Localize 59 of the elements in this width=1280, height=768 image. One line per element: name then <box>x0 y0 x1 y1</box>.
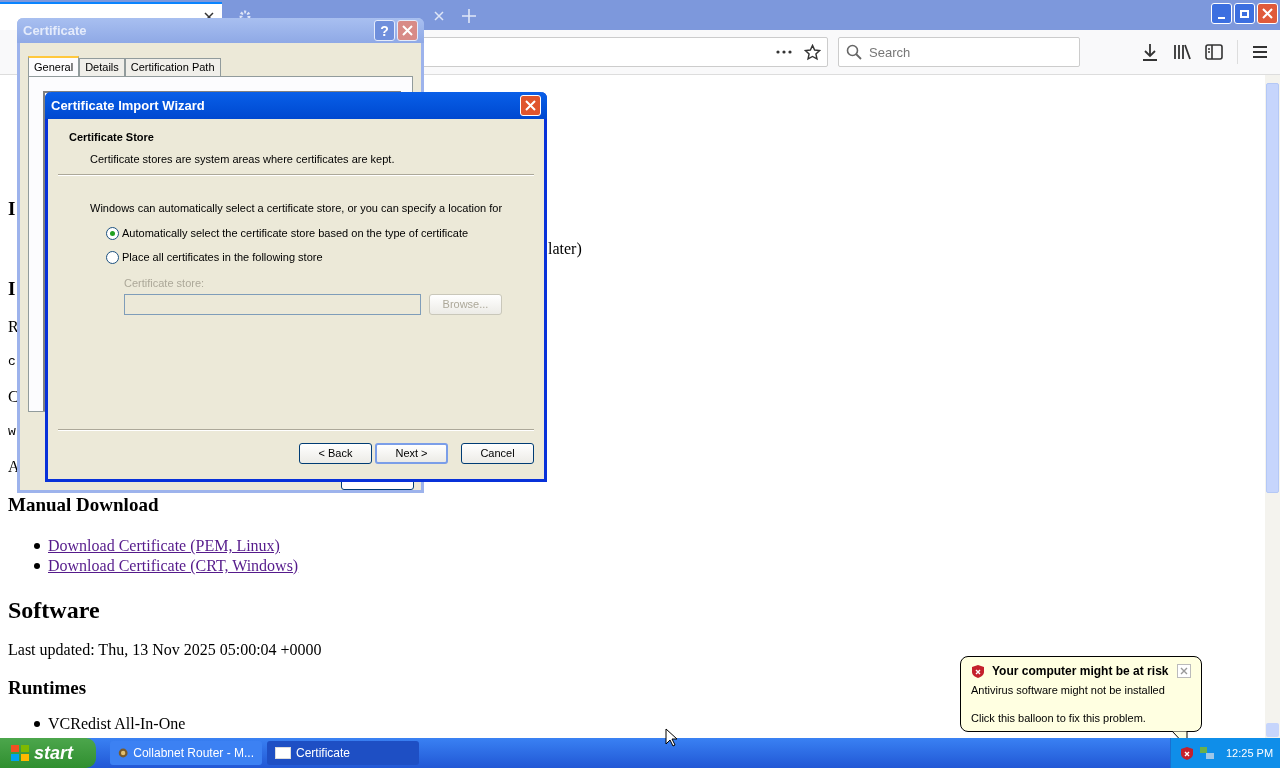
heading: I <box>8 196 16 221</box>
taskbar-button[interactable]: Collabnet Router - M... <box>110 741 262 765</box>
search-field[interactable]: Search <box>838 37 1080 67</box>
heading: I <box>8 276 16 301</box>
app-icon <box>118 746 129 760</box>
balloon-title: Your computer might be at risk <box>992 663 1170 680</box>
heading: Software <box>8 596 100 625</box>
radio-option[interactable]: Place all certificates in the following store <box>106 250 544 265</box>
clock: 12:25 PM <box>1226 745 1274 761</box>
balloon-text: Antivirus software might not be installed <box>971 683 1166 698</box>
more-icon[interactable] <box>776 50 792 54</box>
radio-button[interactable] <box>106 227 119 240</box>
search-icon <box>846 44 862 60</box>
taskbar-button[interactable]: Certificate <box>267 741 419 765</box>
page-text: R <box>8 317 19 337</box>
list-item: VCRedist All-In-One <box>48 714 186 734</box>
radio-option[interactable]: Automatically select the certificate store based on the type of certificate <box>106 226 544 241</box>
wizard-button[interactable]: Next > <box>375 442 448 464</box>
dialog-tab[interactable]: Details <box>79 58 125 76</box>
wizard-button[interactable]: < Back <box>299 442 372 464</box>
page-text: c <box>8 353 16 372</box>
close-button[interactable] <box>397 19 418 41</box>
window-icon <box>275 747 291 759</box>
close-icon <box>402 24 413 36</box>
star-icon[interactable] <box>804 43 821 61</box>
dialog-tab[interactable]: General <box>28 56 80 76</box>
windows-logo-icon <box>10 744 30 762</box>
download-icon[interactable] <box>1141 43 1159 61</box>
radio-button[interactable] <box>106 251 119 264</box>
section-subtitle: Certificate stores are system areas where certificates are kept. <box>89 151 396 167</box>
page-text: w <box>8 423 16 442</box>
heading: Runtimes <box>8 675 87 700</box>
close-icon <box>525 100 536 111</box>
library-icon[interactable] <box>1173 43 1191 61</box>
balloon-text: Click this balloon to fix this problem. <box>971 710 1147 726</box>
section-heading: Certificate Store <box>69 130 155 145</box>
bullet-icon <box>34 543 40 549</box>
window-title: Certificate <box>23 21 88 40</box>
close-icon <box>1262 8 1273 19</box>
bullet-icon <box>34 721 40 727</box>
field-label: Certificate store: <box>124 275 206 291</box>
scrollbar[interactable] <box>1265 75 1280 738</box>
shield-icon[interactable] <box>1180 745 1194 761</box>
shield-icon <box>971 663 985 679</box>
cursor-icon <box>665 728 677 747</box>
heading: Manual Download <box>8 492 159 517</box>
window-title: Certificate Import Wizard <box>51 96 206 115</box>
minimize-button[interactable] <box>1211 3 1232 24</box>
menu-icon[interactable] <box>1252 45 1268 59</box>
notification-balloon[interactable]: Your computer might be at risk Antivirus software might not be installed Click this balloon to fix this problem. <box>960 656 1202 732</box>
start-button[interactable]: start <box>0 738 96 768</box>
intro-text: Windows can automatically select a certificate store, or you can specify a location for <box>90 201 504 216</box>
bullet-icon <box>34 563 40 569</box>
dialog-tab[interactable]: Certification Path <box>124 58 221 76</box>
sidebar-icon[interactable] <box>1205 44 1223 60</box>
page-text: later) <box>548 239 582 260</box>
restore-button[interactable] <box>1234 3 1255 24</box>
page-text: Last updated: Thu, 13 Nov 2025 05:00:04 +0000 <box>8 640 322 661</box>
wizard-button[interactable]: Cancel <box>461 442 534 464</box>
